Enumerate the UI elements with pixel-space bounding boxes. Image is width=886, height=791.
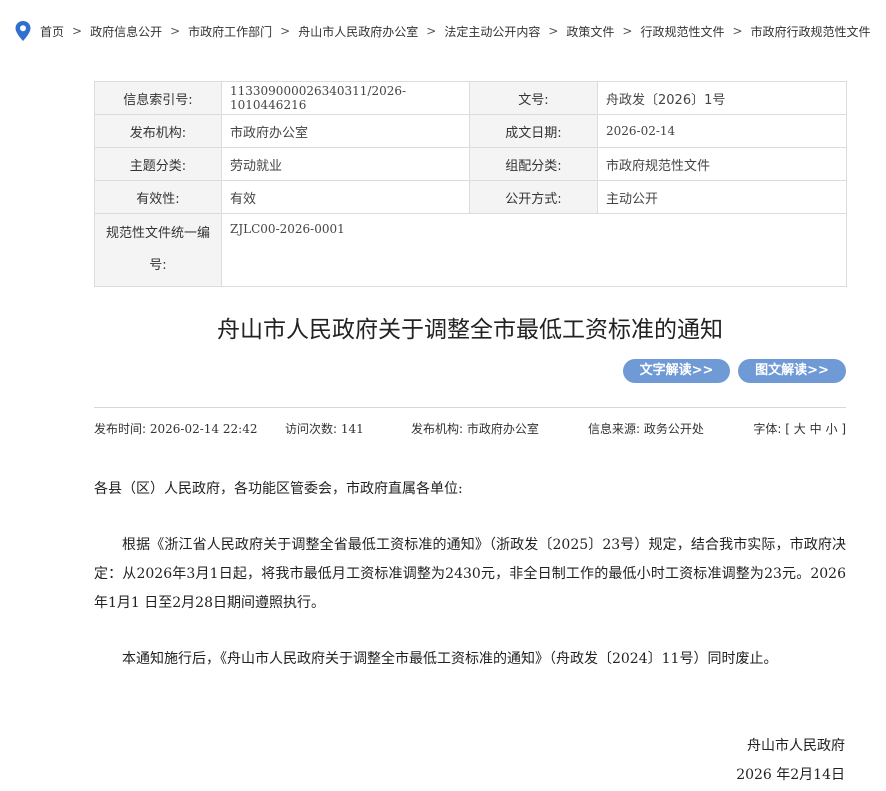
group-label: 组配分类: [469, 147, 598, 181]
breadcrumb-home[interactable]: 首页 [40, 23, 64, 40]
validity-value: 有效 [221, 180, 470, 214]
date-label: 成文日期: [469, 114, 598, 148]
location-pin-icon [15, 21, 31, 41]
font-bracket-open: [ [785, 422, 790, 436]
group-value: 市政府规范性文件 [597, 147, 847, 181]
font-small-link[interactable]: 小 [825, 422, 837, 436]
font-large-link[interactable]: 大 [794, 422, 806, 436]
method-value: 主动公开 [597, 180, 847, 214]
topic-value: 劳动就业 [221, 147, 470, 181]
body-paragraph-2: 本通知施行后，《舟山市人民政府关于调整全市最低工资标准的通知》（舟政发〔2024… [122, 651, 778, 667]
visit-count-label: 访问次数: [285, 422, 338, 436]
breadcrumb-policy-docs[interactable]: 政策文件 [566, 23, 614, 40]
breadcrumb-separator: > [548, 24, 559, 38]
publishing-org: 发布机构: 市政府办公室 [411, 420, 539, 437]
breadcrumb-separator: > [732, 24, 743, 38]
publisher-value: 市政府办公室 [221, 114, 470, 148]
meta-row: 发布机构: 市政府办公室 成文日期: 2026-02-14 [94, 114, 847, 148]
meta-row: 有效性: 有效 公开方式: 主动公开 [94, 180, 847, 214]
info-source-value: 政务公开处 [643, 422, 704, 436]
breadcrumb-separator: > [622, 24, 633, 38]
salutation: 各县（区）人民政府，各功能区管委会，市政府直属各单位: [94, 481, 463, 497]
code-value: ZJLC00-2026-0001 [221, 213, 847, 287]
topic-label: 主题分类: [94, 147, 222, 181]
document-title: 舟山市人民政府关于调整全市最低工资标准的通知 [217, 317, 723, 343]
date-value: 2026-02-14 [597, 114, 847, 148]
font-size-label: 字体: [753, 422, 782, 436]
index-value: 113309000026340311/2026-1010446216 [221, 81, 470, 115]
visit-count-value: 141 [340, 422, 364, 436]
docno-label: 文号: [469, 81, 598, 115]
breadcrumb-separator: > [170, 24, 181, 38]
publishing-org-label: 发布机构: [411, 422, 464, 436]
docno-value: 舟政发〔2026〕1号 [597, 81, 847, 115]
breadcrumb-office[interactable]: 舟山市人民政府办公室 [298, 23, 418, 40]
info-source: 信息来源: 政务公开处 [588, 420, 704, 437]
index-label: 信息索引号: [94, 81, 222, 115]
publisher-label: 发布机构: [94, 114, 222, 148]
breadcrumb-separator: > [72, 24, 83, 38]
method-label: 公开方式: [469, 180, 598, 214]
text-interpretation-button[interactable]: 文字解读>> [623, 359, 730, 383]
signature-org: 舟山市人民政府 [747, 738, 845, 754]
info-source-label: 信息来源: [588, 422, 641, 436]
breadcrumb-gov-info[interactable]: 政府信息公开 [90, 23, 162, 40]
graphic-interpretation-button[interactable]: 图文解读>> [738, 359, 846, 383]
body-paragraph-1: 根据《浙江省人民政府关于调整全省最低工资标准的通知》（浙政发〔2025〕23号）… [94, 537, 846, 611]
breadcrumb-municipal-normative[interactable]: 市政府行政规范性文件 [751, 23, 871, 40]
publish-time: 发布时间: 2026-02-14 22:42 [94, 420, 257, 437]
breadcrumb-departments[interactable]: 市政府工作部门 [188, 23, 272, 40]
divider [94, 407, 846, 408]
font-size-switcher: 字体: [ 大 中 小 ] [753, 420, 846, 437]
visit-count: 访问次数: 141 [285, 420, 364, 437]
breadcrumb-statutory[interactable]: 法定主动公开内容 [444, 23, 540, 40]
meta-row: 规范性文件统一编号: ZJLC00-2026-0001 [94, 213, 847, 287]
signature-date: 2026 年2月14日 [736, 767, 845, 783]
font-bracket-close: ] [841, 422, 846, 436]
document-meta-table: 信息索引号: 113309000026340311/2026-101044621… [94, 81, 847, 287]
breadcrumb-separator: > [280, 24, 291, 38]
publishing-org-value: 市政府办公室 [466, 422, 539, 436]
meta-row: 主题分类: 劳动就业 组配分类: 市政府规范性文件 [94, 147, 847, 181]
meta-row: 信息索引号: 113309000026340311/2026-101044621… [94, 81, 847, 115]
validity-label: 有效性: [94, 180, 222, 214]
publish-time-value: 2026-02-14 22:42 [149, 422, 258, 436]
breadcrumb-separator: > [426, 24, 437, 38]
code-label: 规范性文件统一编号: [94, 213, 222, 287]
breadcrumb-normative-docs[interactable]: 行政规范性文件 [640, 23, 724, 40]
publish-time-label: 发布时间: [94, 422, 147, 436]
font-medium-link[interactable]: 中 [810, 422, 822, 436]
breadcrumb: 首页 > 政府信息公开 > 市政府工作部门 > 舟山市人民政府办公室 > 法定主… [14, 20, 871, 42]
